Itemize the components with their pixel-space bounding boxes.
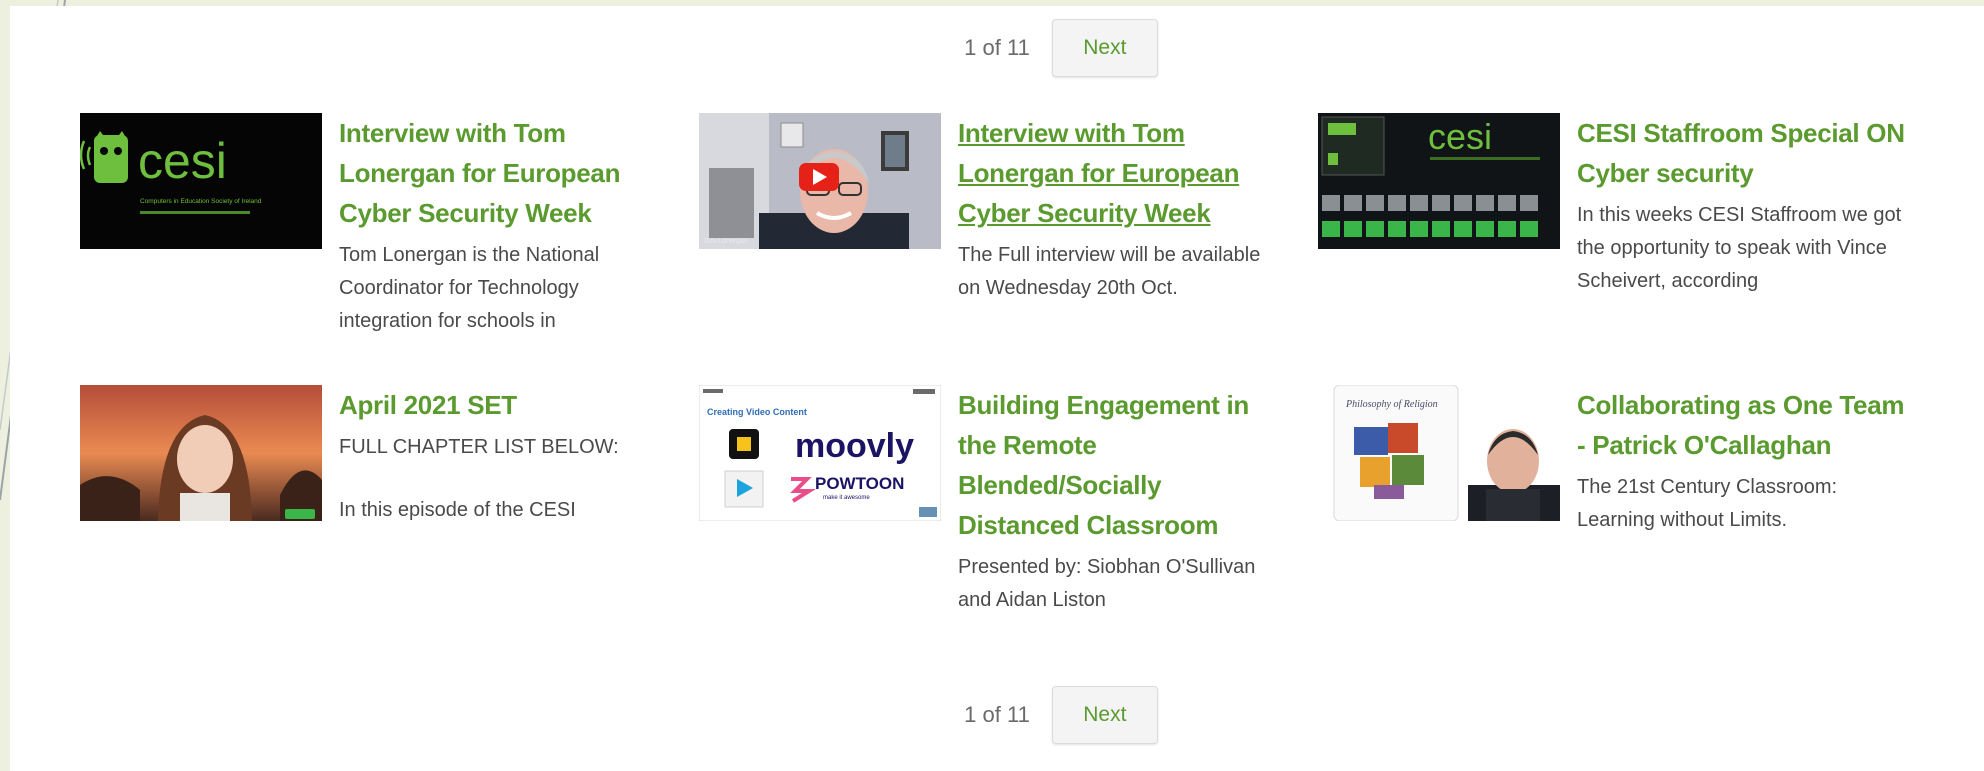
video-description: FULL CHAPTER LIST BELOW: [339,436,619,458]
svg-text:make it awesome: make it awesome [823,495,870,501]
video-title-link[interactable]: Interview with Tom Lonergan for European… [339,113,669,233]
owl-logo-icon [94,135,128,183]
video-title-link[interactable]: CESI Staffroom Special ON Cyber security [1577,113,1907,193]
video-title-link[interactable]: Building Engagement in the Remote Blende… [958,385,1288,545]
video-description: Presented by: Siobhan O'Sullivan and Aid… [958,556,1256,611]
page-count: 1 of 11 [964,35,1030,60]
video-description: In this weeks CESI Staffroom we got the … [1577,204,1902,292]
moovly-logo: moovly [795,427,914,465]
video-thumbnail[interactable]: Creating Video Content moovly POWTOON ma… [699,385,941,521]
svg-text:Philosophy of Religion: Philosophy of Religion [1345,399,1438,410]
pagination-top: 1 of 11 Next [10,19,1984,77]
video-thumbnail[interactable]: Tom Lonergan [699,113,941,249]
cesi-logo-text: cesi [1428,116,1492,157]
video-title-link[interactable]: Interview with Tom Lonergan for European… [958,113,1288,233]
video-thumbnail[interactable]: cesi [1318,113,1560,249]
video-description: Tom Lonergan is the National Coordinator… [339,244,600,332]
video-listing-page: 1 of 11 Next cesi Computers in Education… [10,6,1984,771]
video-thumbnail[interactable]: cesi Computers in Education Society of I… [80,113,322,249]
video-description: The Full interview will be available on … [958,244,1261,299]
next-page-button[interactable]: Next [1051,19,1158,77]
cesi-logo-text: cesi [138,133,227,189]
video-description-continued: In this episode of the CESI [339,499,576,521]
video-description: The 21st Century Classroom: Learning wit… [1577,476,1838,531]
powtoon-logo: POWTOON [815,474,904,493]
page-count: 1 of 11 [964,702,1030,727]
video-thumbnail[interactable]: Philosophy of Religion [1318,385,1560,521]
svg-text:Tom Lonergan: Tom Lonergan [703,238,748,245]
next-page-button[interactable]: Next [1051,686,1158,744]
video-title-link[interactable]: April 2021 SET [339,385,669,425]
thumb-caption: Computers in Education Society of Irelan… [140,198,262,205]
video-title-link[interactable]: Collaborating as One Team - Patrick O'Ca… [1577,385,1907,465]
pagination-bottom: 1 of 11 Next [10,686,1984,744]
video-thumbnail[interactable] [80,385,322,521]
svg-text:Creating Video Content: Creating Video Content [707,407,807,417]
